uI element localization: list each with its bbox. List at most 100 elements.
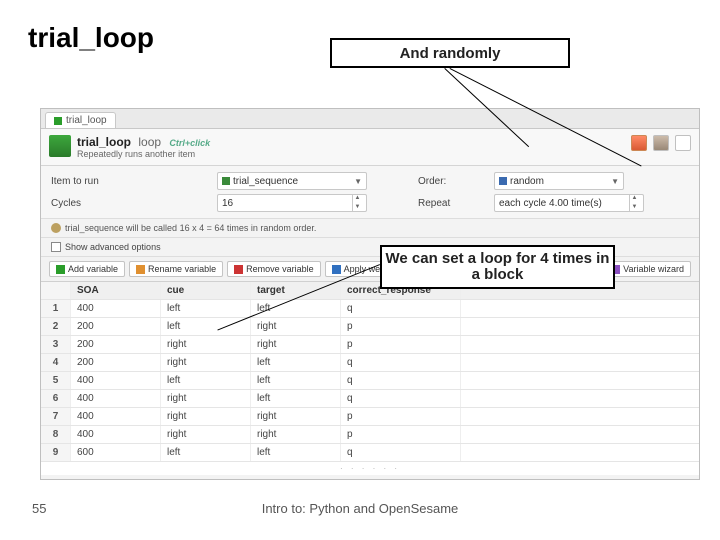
table-cell[interactable]: 8 — [41, 426, 71, 443]
slide-footer: Intro to: Python and OpenSesame — [0, 501, 720, 516]
table-row[interactable]: 5400leftleftq — [41, 372, 699, 390]
sequence-icon — [222, 177, 230, 185]
table-cell[interactable]: left — [251, 300, 341, 317]
table-row[interactable]: 3200rightrightp — [41, 336, 699, 354]
table-cell[interactable]: q — [341, 444, 461, 461]
table-cell[interactable]: q — [341, 372, 461, 389]
table-cell[interactable]: left — [251, 444, 341, 461]
summary-row: trial_sequence will be called 16 x 4 = 6… — [41, 219, 699, 238]
table-cell[interactable]: right — [161, 426, 251, 443]
table-row[interactable]: 4200rightleftq — [41, 354, 699, 372]
table-cell[interactable]: 6 — [41, 390, 71, 407]
loop-fields: Item to run trial_sequence ▼ Order: rand… — [41, 166, 699, 219]
table-cell[interactable]: 200 — [71, 336, 161, 353]
table-row[interactable]: 2200leftrightp — [41, 318, 699, 336]
callout-random: And randomly — [330, 38, 570, 68]
table-cell[interactable]: right — [251, 426, 341, 443]
table-row[interactable]: 1400leftleftq — [41, 300, 699, 318]
table-cell[interactable]: right — [161, 408, 251, 425]
chevron-down-icon: ▼ — [354, 177, 362, 186]
table-cell[interactable]: right — [251, 408, 341, 425]
table-cell[interactable]: p — [341, 336, 461, 353]
order-icon — [499, 177, 507, 185]
summary-text: trial_sequence will be called 16 x 4 = 6… — [65, 223, 316, 233]
item-title: trial_loop — [77, 135, 131, 149]
resize-handle[interactable]: · · · · · · — [41, 462, 699, 475]
checkbox[interactable] — [51, 242, 61, 252]
order-label: Order: — [418, 176, 488, 187]
table-cell[interactable]: 400 — [71, 408, 161, 425]
table-cell[interactable]: left — [251, 390, 341, 407]
table-cell[interactable]: left — [161, 372, 251, 389]
tab-bar: trial_loop — [41, 109, 699, 129]
table-row[interactable]: 8400rightrightp — [41, 426, 699, 444]
table-cell[interactable]: left — [161, 300, 251, 317]
table-cell[interactable]: p — [341, 426, 461, 443]
remove-variable-button[interactable]: Remove variable — [227, 261, 321, 277]
item-to-run-select[interactable]: trial_sequence ▼ — [217, 172, 367, 190]
item-hint: Ctrl+click — [169, 138, 210, 148]
app-window: trial_loop trial_loop loop Ctrl+click Re… — [40, 108, 700, 480]
table-cell[interactable]: 7 — [41, 408, 71, 425]
repeat-input[interactable]: each cycle 4.00 time(s) ▲▼ — [494, 194, 644, 212]
table-cell[interactable]: 600 — [71, 444, 161, 461]
table-cell[interactable]: 200 — [71, 318, 161, 335]
table-cell[interactable]: 400 — [71, 390, 161, 407]
order-value: random — [510, 176, 544, 187]
table-cell[interactable]: 400 — [71, 426, 161, 443]
help-icon[interactable] — [675, 135, 691, 151]
rename-variable-button[interactable]: Rename variable — [129, 261, 223, 277]
table-cell[interactable]: 5 — [41, 372, 71, 389]
item-header: trial_loop loop Ctrl+click Repeatedly ru… — [41, 129, 699, 166]
table-cell[interactable]: right — [251, 318, 341, 335]
order-select[interactable]: random ▼ — [494, 172, 624, 190]
variable-wizard-button[interactable]: Variable wizard — [604, 261, 691, 277]
repeat-spinner[interactable]: ▲▼ — [629, 194, 639, 212]
table-cell[interactable]: 400 — [71, 372, 161, 389]
table-cell[interactable]: 2 — [41, 318, 71, 335]
rename-icon — [136, 265, 145, 274]
table-cell[interactable]: p — [341, 318, 461, 335]
column-header[interactable] — [41, 282, 71, 299]
table-cell[interactable]: right — [161, 336, 251, 353]
tab-trial-loop[interactable]: trial_loop — [45, 112, 116, 128]
kill-icon[interactable] — [631, 135, 647, 151]
repeat-value: each cycle 4.00 time(s) — [499, 198, 629, 209]
table-row[interactable]: 7400rightrightp — [41, 408, 699, 426]
table-cell[interactable]: right — [161, 354, 251, 371]
column-header[interactable]: SOA — [71, 282, 161, 299]
table-cell[interactable]: 4 — [41, 354, 71, 371]
table-cell[interactable]: 1 — [41, 300, 71, 317]
cycles-input[interactable]: 16 ▲▼ — [217, 194, 367, 212]
table-cell[interactable]: p — [341, 408, 461, 425]
table-cell[interactable]: q — [341, 300, 461, 317]
cycles-spinner[interactable]: ▲▼ — [352, 194, 362, 212]
plus-icon — [56, 265, 65, 274]
table-row[interactable]: 9600leftleftq — [41, 444, 699, 462]
cycles-label: Cycles — [51, 198, 211, 209]
item-to-run-label: Item to run — [51, 176, 211, 187]
clipboard-icon[interactable] — [653, 135, 669, 151]
table-cell[interactable]: left — [251, 354, 341, 371]
item-type: loop — [138, 135, 161, 149]
cycles-value: 16 — [222, 198, 352, 209]
table-cell[interactable]: q — [341, 390, 461, 407]
table-row[interactable]: 6400rightleftq — [41, 390, 699, 408]
table-cell[interactable]: 9 — [41, 444, 71, 461]
loop-icon — [54, 117, 62, 125]
table-cell[interactable]: q — [341, 354, 461, 371]
table-cell[interactable]: 400 — [71, 300, 161, 317]
table-cell[interactable]: right — [251, 336, 341, 353]
table-cell[interactable]: left — [251, 372, 341, 389]
tab-label: trial_loop — [66, 115, 107, 126]
add-variable-button[interactable]: Add variable — [49, 261, 125, 277]
table-cell[interactable]: 200 — [71, 354, 161, 371]
table-cell[interactable]: left — [161, 444, 251, 461]
chevron-down-icon: ▼ — [611, 177, 619, 186]
column-header[interactable]: cue — [161, 282, 251, 299]
repeat-label: Repeat — [418, 198, 488, 209]
weights-icon — [332, 265, 341, 274]
item-to-run-value: trial_sequence — [233, 176, 298, 187]
table-cell[interactable]: right — [161, 390, 251, 407]
table-cell[interactable]: 3 — [41, 336, 71, 353]
